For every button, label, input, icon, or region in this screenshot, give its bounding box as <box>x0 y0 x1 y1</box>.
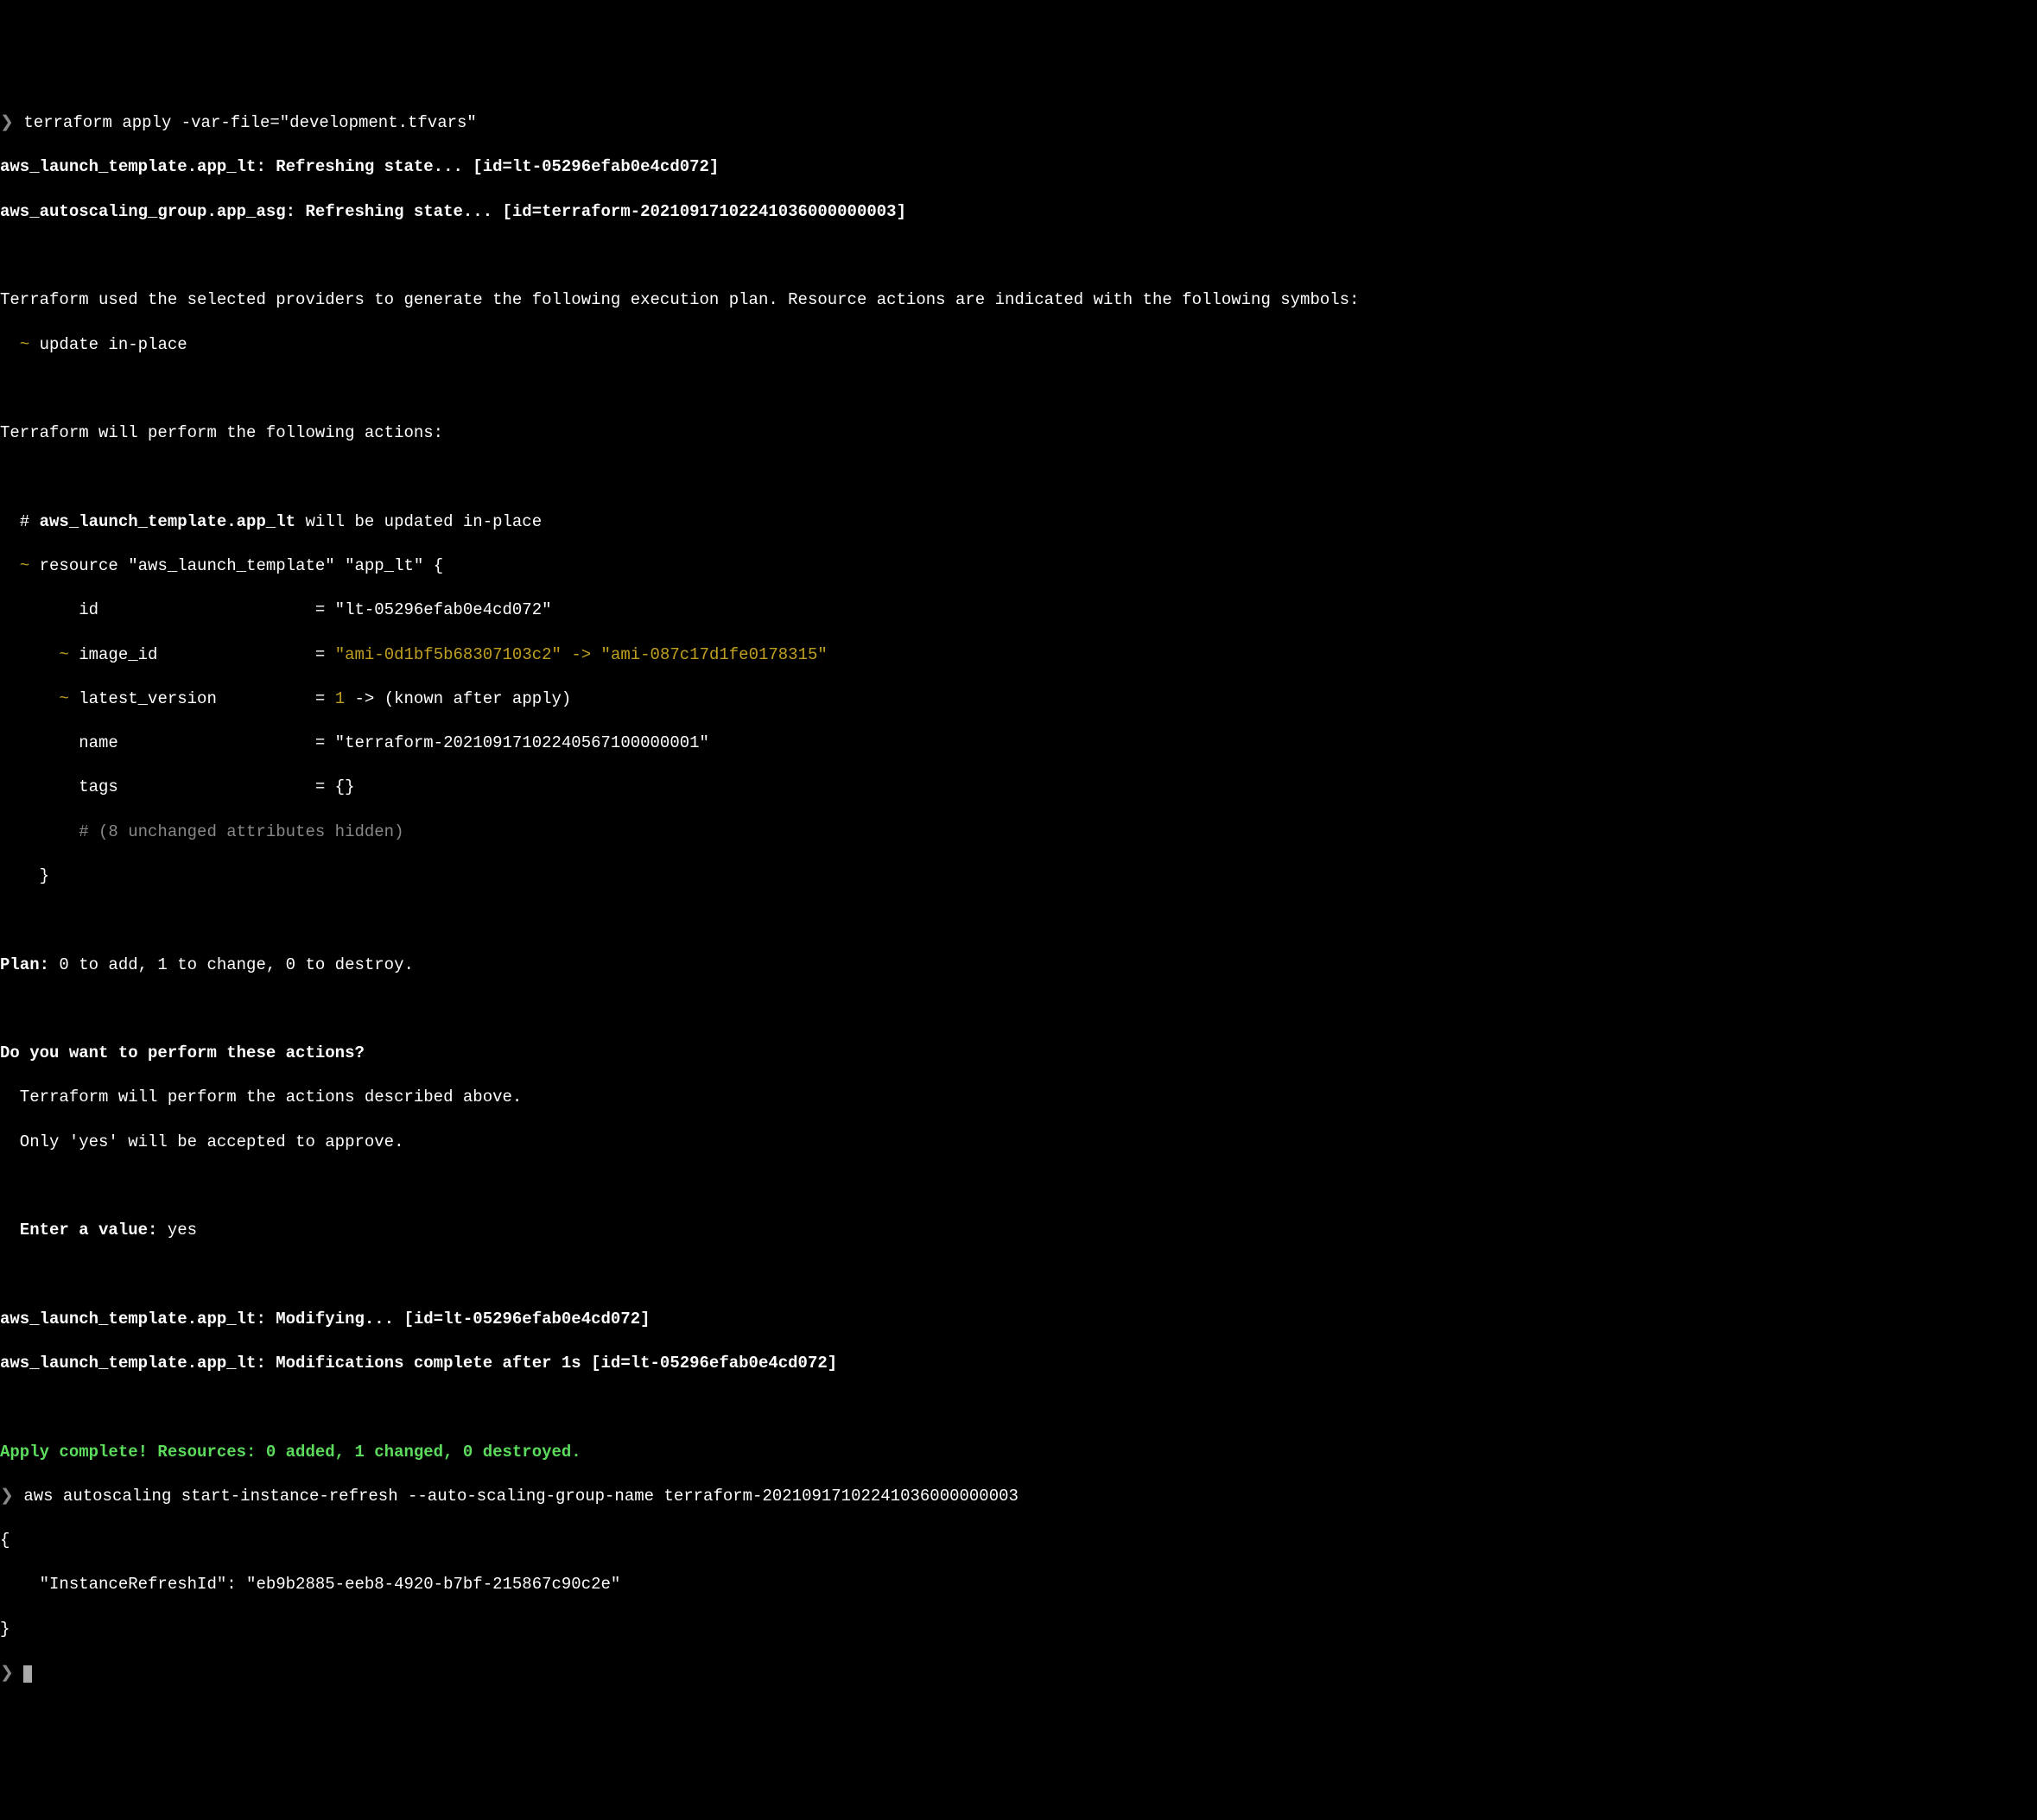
new-value: "ami-087c17d1fe0178315" <box>601 645 828 664</box>
command-line: ❯ terraform apply -var-file="development… <box>0 112 2037 135</box>
resource-declaration: resource "aws_launch_template" "app_lt" … <box>29 556 443 575</box>
confirm-description: Terraform will perform the actions descr… <box>0 1087 2037 1109</box>
prompt-icon: ❯ <box>0 1487 14 1506</box>
update-symbol-legend: ~ update in-place <box>0 334 2037 357</box>
tilde-icon: ~ <box>0 556 29 575</box>
instance-refresh-id: "InstanceRefreshId": "eb9b2885-eeb8-4920… <box>0 1574 2037 1596</box>
blank-line <box>0 910 2037 932</box>
old-value: "ami-0d1bf5b68307103c2" <box>335 645 562 664</box>
resource-block-open: ~ resource "aws_launch_template" "app_lt… <box>0 555 2037 578</box>
plan-label: Plan: <box>0 955 49 974</box>
blank-line <box>0 466 2037 489</box>
blank-line <box>0 1397 2037 1419</box>
plan-summary: Plan: 0 to add, 1 to change, 0 to destro… <box>0 954 2037 977</box>
json-open-brace: { <box>0 1530 2037 1552</box>
modifications-complete-line: aws_launch_template.app_lt: Modification… <box>0 1353 2037 1375</box>
attr-id: id = "lt-05296efab0e4cd072" <box>0 599 2037 622</box>
plan-counts: 0 to add, 1 to change, 0 to destroy. <box>49 955 414 974</box>
user-input-yes: yes <box>157 1221 197 1240</box>
prompt-icon: ❯ <box>0 1664 14 1683</box>
update-note: will be updated in-place <box>295 512 542 531</box>
hash-prefix: # <box>0 512 40 531</box>
tilde-icon: ~ <box>0 335 29 354</box>
attr-latest-version: ~ latest_version = 1 -> (known after app… <box>0 688 2037 711</box>
terraform-apply-command: terraform apply -var-file="development.t… <box>14 113 477 132</box>
legend-text: update in-place <box>29 335 187 354</box>
attr-tags: tags = {} <box>0 777 2037 799</box>
resource-address: aws_launch_template.app_lt <box>40 512 295 531</box>
json-close-brace: } <box>0 1619 2037 1641</box>
tilde-icon: ~ <box>0 645 69 664</box>
refresh-state-line: aws_launch_template.app_lt: Refreshing s… <box>0 156 2037 179</box>
actions-heading: Terraform will perform the following act… <box>0 422 2037 445</box>
cursor-icon <box>23 1665 32 1683</box>
blank-line <box>0 1176 2037 1198</box>
command-line[interactable]: ❯ <box>0 1663 2037 1685</box>
prompt-icon: ❯ <box>0 113 14 132</box>
modifying-line: aws_launch_template.app_lt: Modifying...… <box>0 1309 2037 1331</box>
tilde-icon: ~ <box>0 689 69 708</box>
enter-value-label: Enter a value: <box>0 1221 157 1240</box>
arrow-text: -> <box>562 645 601 664</box>
confirm-prompt-heading: Do you want to perform these actions? <box>0 1043 2037 1065</box>
enter-value-line: Enter a value: yes <box>0 1220 2037 1242</box>
command-line: ❯ aws autoscaling start-instance-refresh… <box>0 1486 2037 1508</box>
plan-intro-text: Terraform used the selected providers to… <box>0 289 2037 312</box>
confirm-yes-note: Only 'yes' will be accepted to approve. <box>0 1132 2037 1154</box>
blank-line <box>0 245 2037 268</box>
apply-complete-line: Apply complete! Resources: 0 added, 1 ch… <box>0 1442 2037 1464</box>
attr-key: image_id = <box>69 645 335 664</box>
attr-key: latest_version = <box>69 689 335 708</box>
blank-line <box>0 999 2037 1021</box>
old-value: 1 <box>335 689 345 708</box>
blank-line <box>0 378 2037 401</box>
hidden-attrs-note: # (8 unchanged attributes hidden) <box>0 821 2037 844</box>
terminal-output[interactable]: ❯ terraform apply -var-file="development… <box>0 89 2037 1709</box>
blank-line <box>0 1265 2037 1287</box>
attr-name: name = "terraform-2021091710224056710000… <box>0 732 2037 755</box>
attr-image-id: ~ image_id = "ami-0d1bf5b68307103c2" -> … <box>0 644 2037 667</box>
aws-cli-command: aws autoscaling start-instance-refresh -… <box>14 1487 1018 1506</box>
resource-comment: # aws_launch_template.app_lt will be upd… <box>0 511 2037 534</box>
resource-block-close: } <box>0 866 2037 888</box>
refresh-state-line: aws_autoscaling_group.app_asg: Refreshin… <box>0 201 2037 224</box>
known-after-apply: -> (known after apply) <box>345 689 571 708</box>
